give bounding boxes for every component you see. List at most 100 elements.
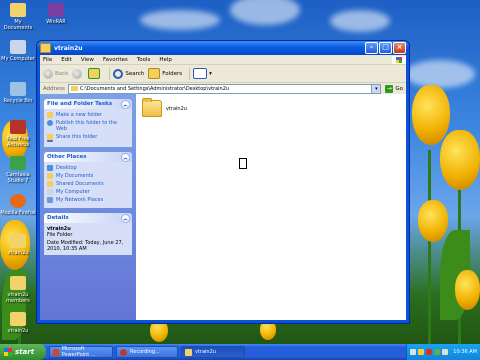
- menu-bar: File Edit View Favorites Tools Help: [40, 55, 406, 65]
- menu-edit[interactable]: Edit: [61, 57, 72, 63]
- details-type: File Folder: [47, 232, 73, 238]
- desktop-icon-camtasia[interactable]: Camtasia Studio 7: [0, 156, 36, 184]
- place-label: Shared Documents: [56, 181, 104, 187]
- task-pane: File and Folder Tasks ︽ Make a new folde…: [40, 94, 136, 320]
- cloud: [230, 0, 300, 25]
- desktop-icon-label: vtrain2u: [7, 250, 29, 256]
- panel-body: Desktop My Documents Shared Documents My…: [44, 162, 132, 208]
- window-title: vtrain2u: [54, 44, 83, 52]
- details-panel: Details ︽ vtrain2u File Folder Date Modi…: [44, 213, 132, 255]
- desktop-icon-antivirus[interactable]: Real Free Antivirus: [0, 120, 36, 148]
- collapse-icon[interactable]: ︽: [121, 213, 130, 223]
- folder-icon: [40, 43, 51, 53]
- go-label: Go: [395, 85, 403, 92]
- place-label: My Network Places: [56, 197, 104, 203]
- desktop-icon-vtrain2u-1[interactable]: vtrain2u: [0, 234, 36, 256]
- menu-tools[interactable]: Tools: [137, 57, 151, 63]
- new-folder-icon: [47, 112, 53, 118]
- place-desktop[interactable]: Desktop: [47, 165, 129, 171]
- file-list-area[interactable]: vtrain2u: [136, 94, 406, 320]
- window-client: File Edit View Favorites Tools Help ‹ Ba…: [40, 55, 406, 320]
- panel-header[interactable]: Other Places ︽: [44, 152, 132, 162]
- title-bar[interactable]: vtrain2u – □ ×: [37, 41, 409, 55]
- back-button[interactable]: ‹ Back: [43, 68, 68, 79]
- collapse-icon[interactable]: ︽: [121, 152, 130, 162]
- task-publish-folder[interactable]: Publish this folder to the Web: [47, 120, 129, 132]
- desktop-icon-vtrain2u-members[interactable]: vtrain2u members: [0, 276, 36, 304]
- views-button[interactable]: ▾: [193, 68, 212, 79]
- desktop-icon-my-computer[interactable]: My Computer: [0, 40, 36, 62]
- desktop-icon-firefox[interactable]: Mozilla Firefox: [0, 194, 36, 216]
- address-input[interactable]: C:\Documents and Settings\Administrator\…: [67, 83, 381, 94]
- task-label: Share this folder: [56, 134, 98, 140]
- panel-title: Other Places: [47, 154, 87, 160]
- go-button[interactable]: → Go: [385, 84, 403, 93]
- toolbar-separator: [109, 67, 111, 80]
- collapse-icon[interactable]: ︽: [121, 99, 130, 109]
- start-label: start: [15, 348, 35, 356]
- place-my-network-places[interactable]: My Network Places: [47, 197, 129, 203]
- file-item[interactable]: vtrain2u: [142, 98, 187, 117]
- details-modified: Date Modified: Today, June 27, 2010, 10:…: [47, 240, 124, 252]
- address-dropdown-button[interactable]: ▾: [371, 83, 382, 94]
- desktop-icon-my-documents[interactable]: My Documents: [0, 3, 36, 31]
- back-arrow-icon: ‹: [43, 68, 53, 79]
- tulip-flower: [412, 85, 450, 145]
- place-shared-documents[interactable]: Shared Documents: [47, 181, 129, 187]
- folder-icon: [70, 86, 78, 91]
- windows-logo-icon: [392, 55, 406, 64]
- desktop-icon-winrar[interactable]: WinRAR: [38, 3, 74, 25]
- views-icon: [193, 68, 208, 79]
- publish-web-icon: [47, 120, 53, 126]
- task-label: vtrain2u: [195, 349, 216, 355]
- address-path: C:\Documents and Settings\Administrator\…: [79, 85, 230, 92]
- winrar-icon: [48, 3, 64, 17]
- desktop-icon-label: Recycle Bin: [3, 98, 33, 104]
- panel-header[interactable]: File and Folder Tasks ︽: [44, 99, 132, 109]
- menu-view[interactable]: View: [81, 57, 94, 63]
- explorer-window: vtrain2u – □ × File Edit View Favorites …: [36, 40, 410, 324]
- up-button[interactable]: [88, 68, 102, 79]
- taskbar-button-vtrain2u[interactable]: vtrain2u: [181, 346, 245, 358]
- forward-button[interactable]: ›: [72, 68, 84, 79]
- close-button[interactable]: ×: [393, 42, 406, 54]
- tray-icon[interactable]: [418, 349, 425, 355]
- go-arrow-icon: →: [385, 84, 394, 93]
- menu-file[interactable]: File: [43, 57, 52, 63]
- tulip-flower: [455, 270, 480, 310]
- cloud: [405, 60, 475, 88]
- menu-favorites[interactable]: Favorites: [103, 57, 128, 63]
- computer-icon: [10, 40, 26, 54]
- tray-icon[interactable]: [410, 349, 417, 355]
- file-folder-tasks-panel: File and Folder Tasks ︽ Make a new folde…: [44, 99, 132, 147]
- search-button[interactable]: Search: [113, 68, 144, 79]
- task-make-new-folder[interactable]: Make a new folder: [47, 112, 129, 118]
- start-button[interactable]: start: [0, 344, 46, 360]
- desktop-icon-label: vtrain2u members: [6, 292, 30, 304]
- clock[interactable]: 10:36 AM: [453, 349, 477, 355]
- panel-header[interactable]: Details ︽: [44, 213, 132, 223]
- folders-button[interactable]: Folders: [148, 68, 182, 79]
- menu-help[interactable]: Help: [159, 57, 172, 63]
- task-share-folder[interactable]: Share this folder: [47, 134, 129, 142]
- place-my-documents[interactable]: My Documents: [47, 173, 129, 179]
- panel-title: Details: [47, 215, 69, 221]
- tulip-flower: [418, 200, 448, 242]
- desktop-icon-label: WinRAR: [46, 19, 66, 25]
- desktop-icon-vtrain2u-2[interactable]: vtrain2u: [0, 312, 36, 334]
- desktop-icon-label: Camtasia Studio 7: [6, 172, 30, 184]
- powerpoint-icon: [53, 348, 59, 356]
- desktop-icon-recycle-bin[interactable]: Recycle Bin: [0, 82, 36, 104]
- minimize-button[interactable]: –: [365, 42, 378, 54]
- tray-icon[interactable]: [426, 349, 433, 355]
- documents-icon: [47, 173, 53, 179]
- maximize-button[interactable]: □: [379, 42, 392, 54]
- volume-icon[interactable]: [442, 349, 449, 355]
- folders-label: Folders: [162, 70, 183, 77]
- place-my-computer[interactable]: My Computer: [47, 189, 129, 195]
- recycle-bin-icon: [10, 82, 26, 96]
- tray-icon[interactable]: [434, 349, 441, 355]
- taskbar-button-powerpoint[interactable]: Microsoft PowerPoint ...: [49, 346, 113, 358]
- taskbar-button-recording[interactable]: Recording...: [116, 346, 178, 358]
- computer-icon: [47, 189, 53, 195]
